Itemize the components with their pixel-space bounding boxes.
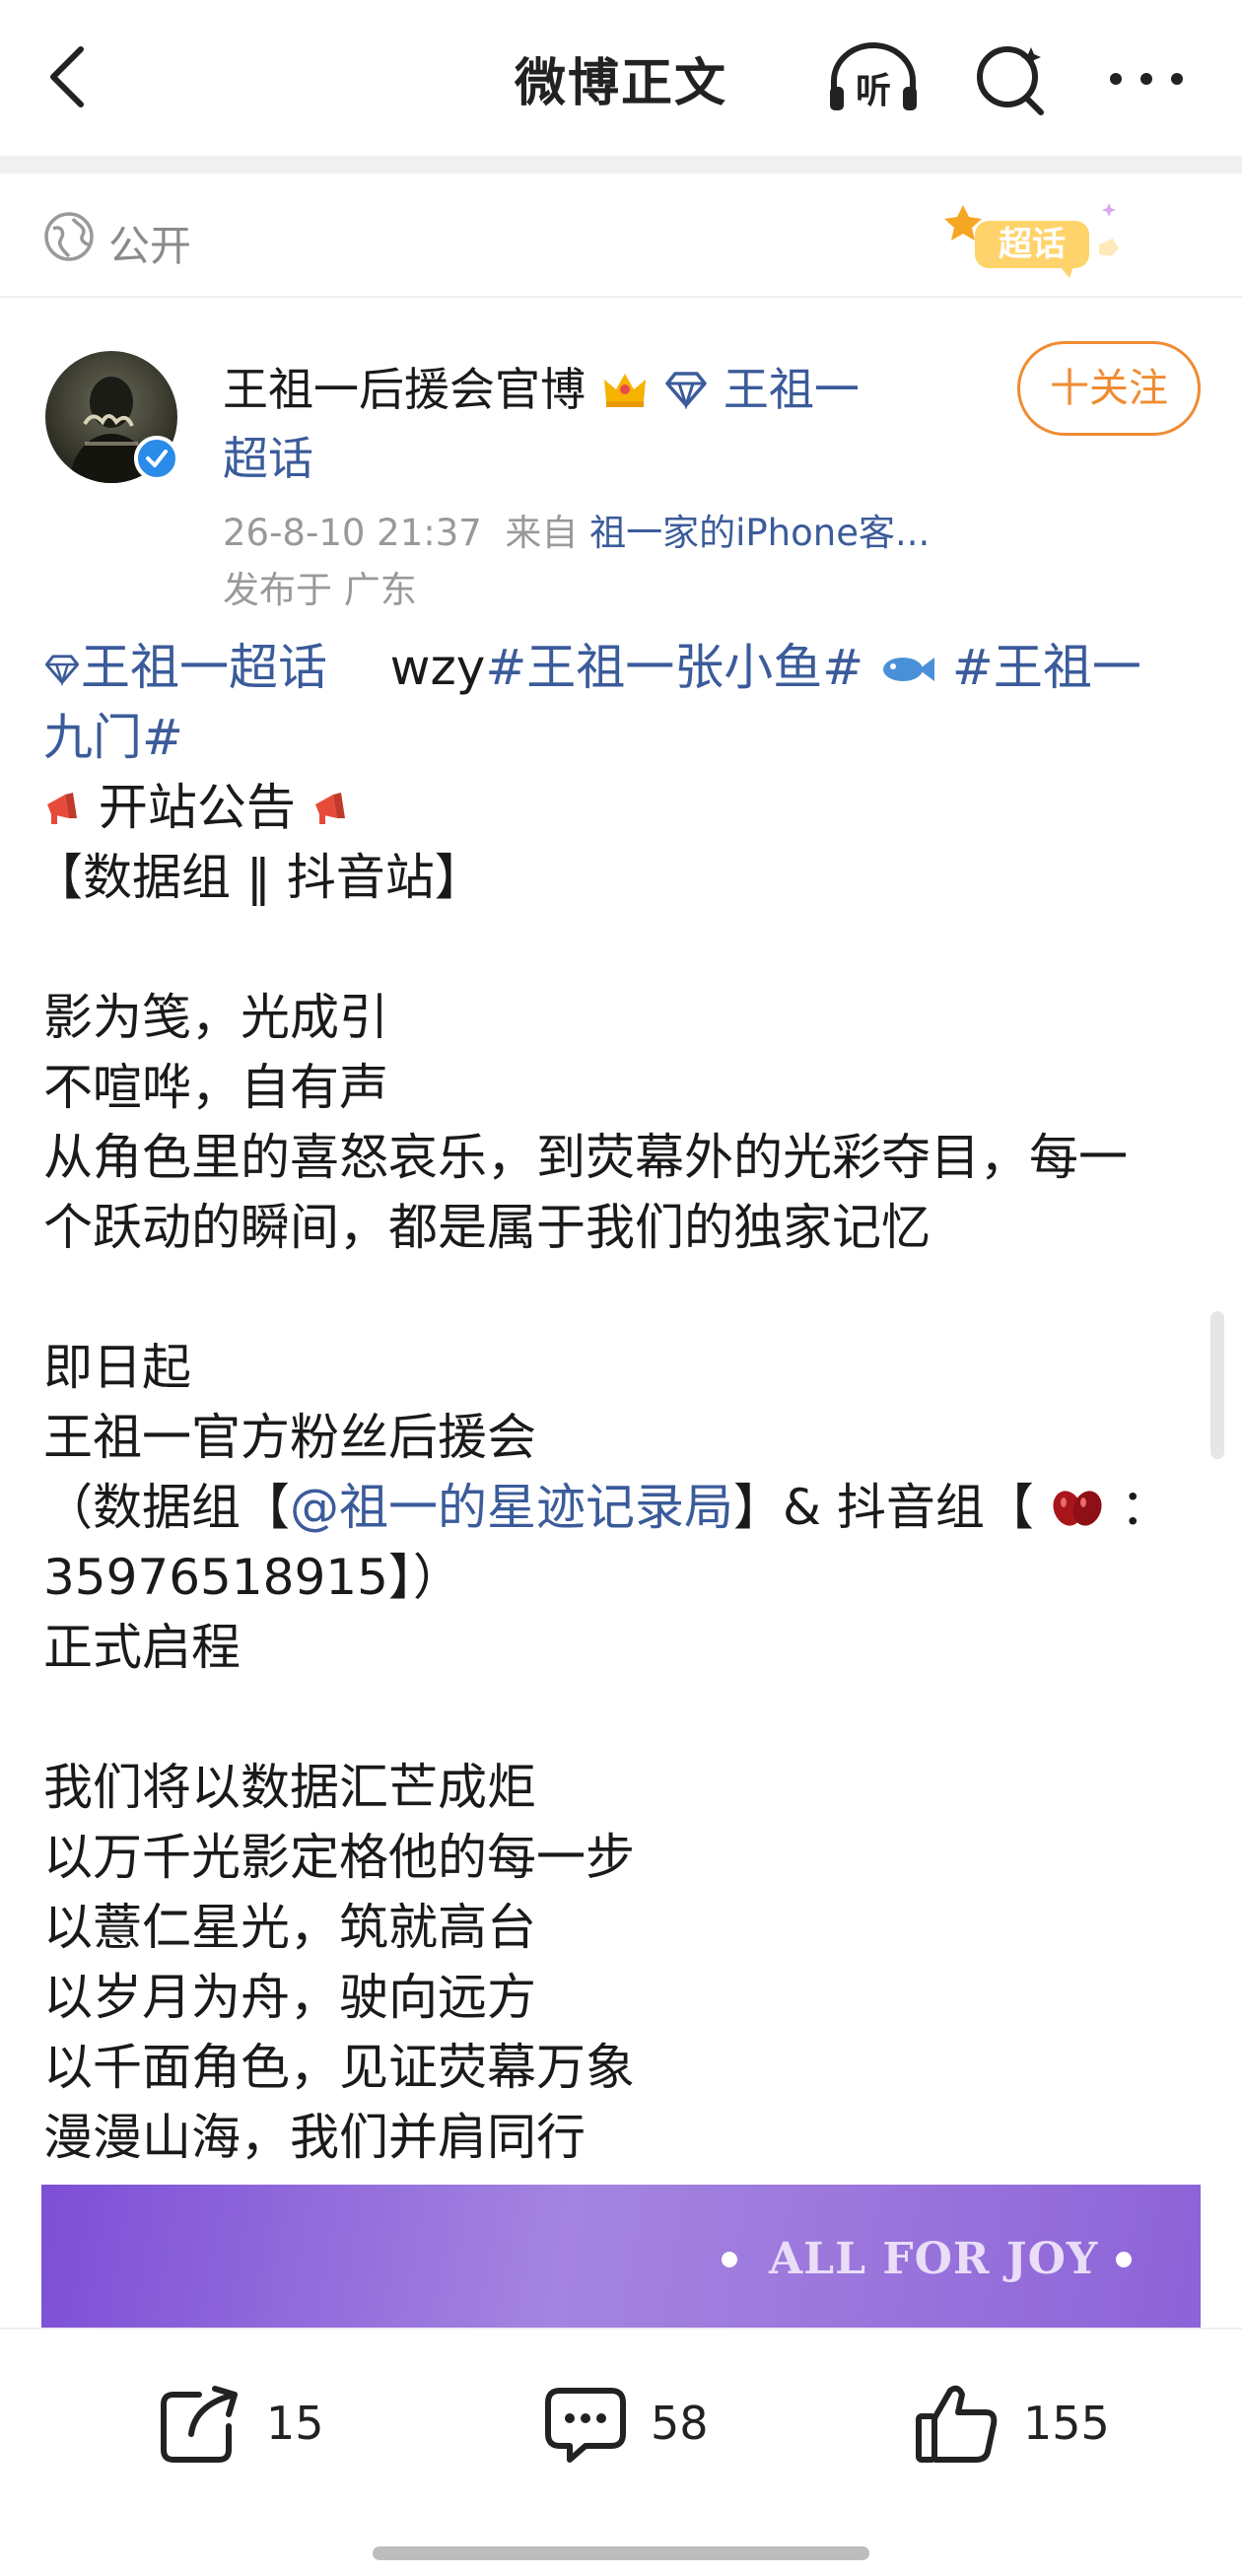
repost-icon xyxy=(161,2386,238,2463)
beans-icon xyxy=(1034,1479,1121,1536)
author-name[interactable]: 王祖一后援会官博 xyxy=(223,363,586,416)
text-line: 35976518915】） xyxy=(43,1549,462,1606)
text-line: 以岁月为舟，驶向远方 xyxy=(43,1969,536,2026)
section-divider xyxy=(0,156,1242,174)
chaohua-badge[interactable]: 超话 xyxy=(941,195,1138,284)
text-line: 我们将以数据汇芒成炬 xyxy=(43,1759,536,1816)
listen-icon[interactable]: 听 xyxy=(824,39,923,118)
topic-link[interactable]: 王祖一超话 xyxy=(43,639,327,696)
like-count: 155 xyxy=(1023,2397,1110,2450)
bottom-action-bar: 15 58 155 xyxy=(0,2328,1242,2576)
text-fragment: 】& 抖音组【 xyxy=(733,1479,1034,1536)
hashtag-link[interactable]: #王祖一 xyxy=(952,639,1141,696)
text-line: 即日起 xyxy=(43,1339,191,1396)
text-fragment: ： xyxy=(1120,1479,1170,1536)
globe-icon xyxy=(43,211,95,262)
text-line: 个跃动的瞬间，都是属于我们的独家记忆 xyxy=(43,1199,931,1256)
fish-icon xyxy=(879,639,952,696)
post-location: 发布于 广东 xyxy=(223,569,417,611)
hashtag-link[interactable]: #王祖一张小鱼# xyxy=(485,639,863,696)
text-line: 从角色里的喜怒哀乐，到荧幕外的光彩夺目，每一 xyxy=(43,1129,1128,1186)
crown-icon xyxy=(600,363,664,416)
follow-button[interactable]: 十关注 xyxy=(1017,341,1201,436)
text-line: 漫漫山海，我们并肩同行 xyxy=(43,2109,586,2166)
plain-text: wzy xyxy=(389,639,486,696)
text-line: 正式启程 xyxy=(43,1619,241,1676)
visibility-label: 公开 xyxy=(108,222,192,270)
from-label: 来自 xyxy=(505,512,579,554)
home-indicator[interactable] xyxy=(373,2546,869,2560)
announcement-title: 开站公告 xyxy=(98,779,296,836)
hashtag-link-cont[interactable]: 九门# xyxy=(43,709,183,766)
like-icon xyxy=(916,2385,998,2463)
mention-link[interactable]: @祖一的星迹记录局 xyxy=(290,1479,733,1536)
repost-count: 15 xyxy=(266,2397,324,2450)
author-name-block: 王祖一后援会官博 王祖一 超话 xyxy=(223,355,952,493)
visibility-row: 公开 超话 xyxy=(0,174,1242,298)
post-image[interactable]: ALL FOR JOY xyxy=(41,2185,1201,2328)
diamond-icon xyxy=(665,372,707,410)
comment-icon xyxy=(545,2388,626,2463)
decor-dot xyxy=(722,2252,737,2267)
text-line: 以万千光影定格他的每一步 xyxy=(43,1829,635,1886)
svg-text:听: 听 xyxy=(856,71,891,111)
more-options-icon[interactable] xyxy=(1104,59,1189,99)
image-caption: ALL FOR JOY xyxy=(769,2234,1099,2284)
chaohua-badge-text: 超话 xyxy=(999,225,1066,264)
decor-dot xyxy=(1116,2252,1132,2267)
post-meta: 26-8-10 21:37 来自 祖一家的iPhone客... xyxy=(223,503,930,556)
comment-count: 58 xyxy=(651,2397,709,2450)
chaohua-link-text1[interactable]: 王祖一 xyxy=(724,363,860,416)
text-line: 以千面角色，见证荧幕万象 xyxy=(43,2039,635,2096)
text-line: 王祖一官方粉丝后援会 xyxy=(43,1409,536,1466)
text-line: 影为笺，光成引 xyxy=(43,989,388,1046)
verified-icon xyxy=(134,436,179,481)
diamond-icon xyxy=(44,655,80,687)
post-time: 26-8-10 21:37 xyxy=(223,512,482,554)
page-title: 微博正文 xyxy=(514,54,727,113)
search-icon[interactable] xyxy=(970,37,1053,120)
topic-link-text[interactable]: 王祖一超话 xyxy=(81,639,327,696)
post-source[interactable]: 祖一家的iPhone客... xyxy=(589,512,930,554)
post-body: 王祖一超话 wzy#王祖一张小鱼# #王祖一 九门# 开站公告 【数据组 ‖ 抖… xyxy=(34,633,1216,2173)
text-line: 以薏仁星光，筑就高台 xyxy=(43,1899,536,1956)
group-line: 【数据组 ‖ 抖音站】 xyxy=(34,849,484,906)
chaohua-link-text2[interactable]: 超话 xyxy=(223,432,313,485)
text-fragment: （数据组【 xyxy=(43,1479,290,1536)
megaphone-icon xyxy=(43,779,99,836)
top-nav-bar: 微博正文 听 xyxy=(0,0,1242,156)
scrollbar-thumb[interactable] xyxy=(1210,1311,1224,1459)
megaphone-icon xyxy=(296,779,351,836)
text-line: 不喧哗，自有声 xyxy=(43,1059,388,1116)
